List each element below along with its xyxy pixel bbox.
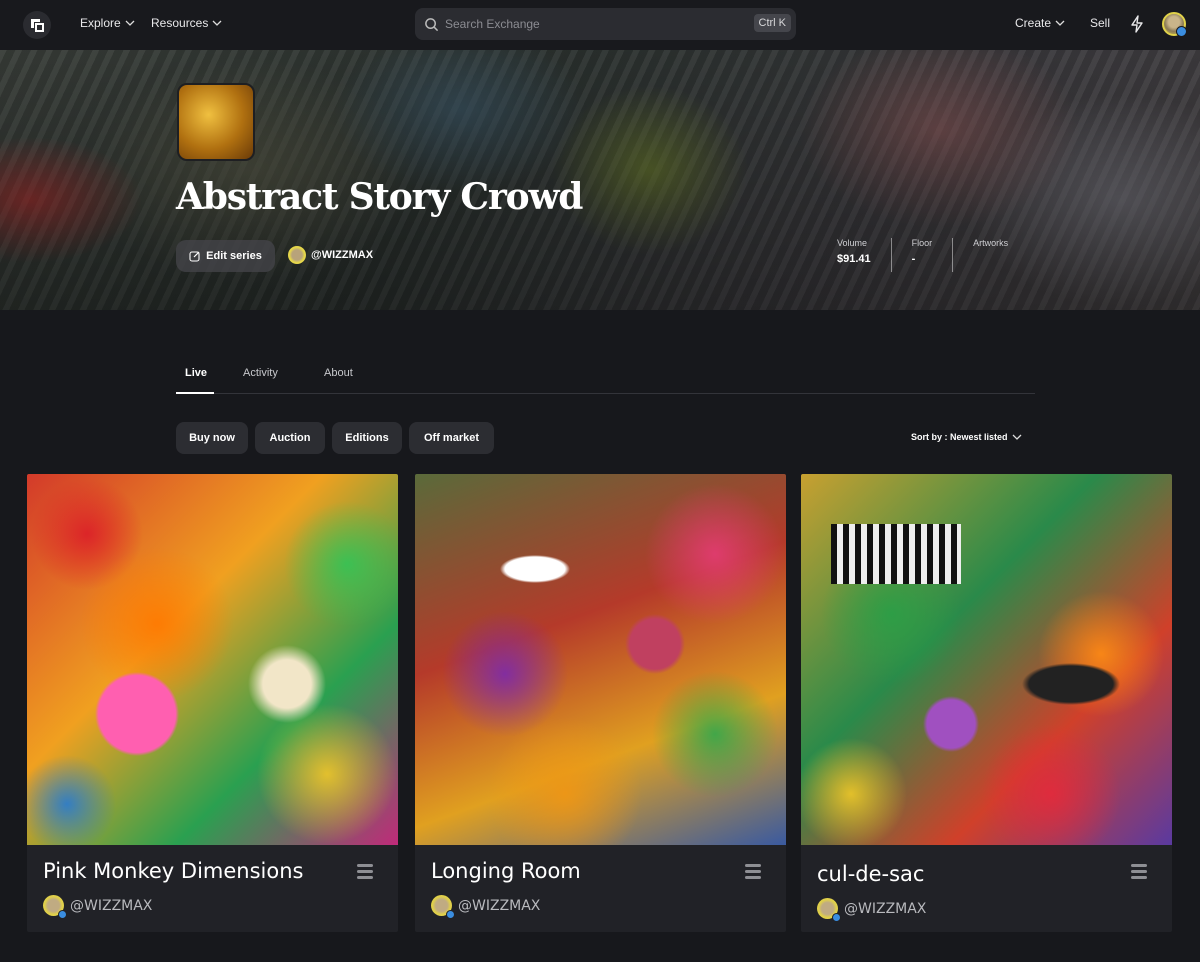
explore-label: Explore [80, 16, 121, 30]
avatar [817, 898, 841, 922]
verified-icon [1176, 26, 1187, 37]
filter-buy-now[interactable]: Buy now [176, 422, 248, 454]
edit-icon [189, 251, 200, 262]
verified-icon [832, 913, 841, 922]
artwork-title[interactable]: Longing Room [431, 859, 581, 883]
edit-series-label: Edit series [206, 250, 262, 262]
stat-floor: Floor - [912, 238, 954, 272]
menu-icon[interactable] [357, 864, 373, 882]
sell-label: Sell [1090, 16, 1111, 30]
series-thumbnail [177, 83, 255, 161]
logo-icon[interactable] [23, 11, 51, 39]
artwork-image[interactable] [415, 474, 786, 845]
edit-series-button[interactable]: Edit series [176, 240, 275, 272]
stat-value: - [911, 253, 916, 265]
artwork-image[interactable] [27, 474, 398, 845]
tab-live[interactable]: Live [185, 367, 207, 379]
filter-auction[interactable]: Auction [255, 422, 325, 454]
resources-menu[interactable]: Resources [151, 16, 222, 30]
explore-menu[interactable]: Explore [80, 16, 135, 30]
stat-artworks: Artworks [973, 238, 1028, 272]
stat-label: Floor [911, 238, 933, 248]
stat-label: Artworks [973, 238, 1009, 248]
artwork-card[interactable]: cul-de-sac @WIZZMAX [801, 474, 1172, 932]
stat-volume: Volume $91.41 [837, 238, 892, 272]
series-banner: Abstract Story Crowd Edit series @WIZZMA… [0, 50, 1200, 310]
avatar [288, 246, 306, 264]
series-stats: Volume $91.41 Floor - Artworks [837, 238, 1048, 272]
artwork-card[interactable]: Pink Monkey Dimensions @WIZZMAX [27, 474, 398, 932]
chevron-down-icon [1012, 434, 1021, 440]
filter-off-market[interactable]: Off market [409, 422, 494, 454]
menu-icon[interactable] [745, 864, 761, 882]
series-title: Abstract Story Crowd [176, 176, 583, 218]
chevron-down-icon [212, 20, 222, 26]
creator-name: @WIZZMAX [311, 249, 374, 261]
creator-link[interactable]: @WIZZMAX [288, 246, 373, 264]
search-icon [425, 17, 439, 31]
series-tabs: Live Activity About [176, 356, 1035, 394]
resources-label: Resources [151, 16, 209, 30]
create-menu[interactable]: Create [1015, 16, 1065, 30]
sort-dropdown[interactable]: Sort by : Newest listed [911, 432, 1022, 442]
author-name: @WIZZMAX [458, 897, 541, 914]
stat-value: $91.41 [837, 253, 871, 265]
artwork-title[interactable]: Pink Monkey Dimensions [43, 859, 303, 883]
avatar [43, 895, 67, 919]
author-name: @WIZZMAX [70, 897, 153, 914]
avatar [431, 895, 455, 919]
artwork-author[interactable]: @WIZZMAX [817, 898, 927, 922]
search-input[interactable] [445, 17, 745, 31]
chevron-down-icon [125, 20, 135, 26]
menu-icon[interactable] [1131, 864, 1147, 882]
chevron-down-icon [1055, 20, 1065, 26]
artwork-title[interactable]: cul-de-sac [817, 862, 924, 886]
create-label: Create [1015, 16, 1052, 30]
verified-icon [446, 910, 455, 919]
tab-about[interactable]: About [324, 367, 353, 379]
top-nav: Explore Resources Ctrl K Create Sell [0, 0, 1200, 50]
search-bar[interactable]: Ctrl K [415, 8, 796, 40]
search-shortcut: Ctrl K [753, 14, 791, 32]
user-avatar[interactable] [1162, 12, 1187, 37]
verified-icon [58, 910, 67, 919]
author-name: @WIZZMAX [844, 900, 927, 917]
artwork-card[interactable]: Longing Room @WIZZMAX [415, 474, 786, 932]
artwork-author[interactable]: @WIZZMAX [43, 895, 153, 919]
filter-editions[interactable]: Editions [332, 422, 402, 454]
stat-label: Volume [837, 238, 868, 248]
lightning-icon[interactable] [1130, 15, 1144, 33]
artwork-author[interactable]: @WIZZMAX [431, 895, 541, 919]
tab-activity[interactable]: Activity [243, 367, 278, 379]
sell-link[interactable]: Sell [1090, 16, 1110, 30]
artwork-image[interactable] [801, 474, 1172, 845]
active-tab-indicator [176, 392, 214, 394]
sort-label: Sort by : Newest listed [911, 432, 1008, 442]
